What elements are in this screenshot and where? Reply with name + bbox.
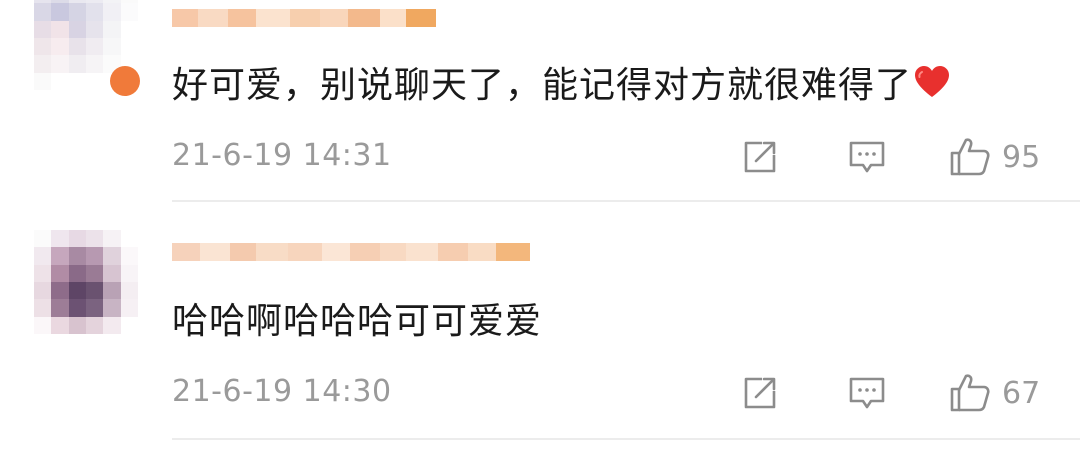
- avatar-pixel: [68, 299, 86, 317]
- avatar[interactable]: [34, 230, 138, 334]
- username-blurred[interactable]: [172, 236, 530, 268]
- avatar-pixel: [68, 316, 86, 334]
- avatar-pixel: [86, 247, 104, 265]
- avatar-pixel: [68, 230, 86, 248]
- like-count: 67: [1002, 375, 1041, 411]
- timestamp: 21-6-19 14:30: [172, 374, 392, 409]
- like-button[interactable]: 67: [948, 372, 1040, 414]
- username-pixel: [288, 243, 322, 261]
- avatar-pixel: [120, 264, 138, 282]
- share-icon: [744, 377, 776, 409]
- username-pixel: [322, 243, 350, 261]
- avatar-pixel: [34, 299, 52, 317]
- avatar-pixel: [120, 230, 138, 248]
- avatar-pixel: [86, 316, 104, 334]
- avatar-pixel: [86, 230, 104, 248]
- comment-item: 哈哈啊哈哈哈可可爱爱 21-6-19 14:30 67: [0, 0, 1080, 469]
- comment-bubble-icon: [849, 377, 885, 409]
- avatar-pixel: [68, 247, 86, 265]
- username-pixel: [230, 243, 256, 261]
- avatar-pixel: [34, 264, 52, 282]
- avatar-pixel: [51, 316, 69, 334]
- username-pixel: [256, 243, 288, 261]
- avatar-pixel: [68, 282, 86, 300]
- avatar-pixel: [51, 247, 69, 265]
- share-button[interactable]: [740, 372, 780, 414]
- avatar-pixel: [120, 282, 138, 300]
- divider: [172, 438, 1080, 440]
- avatar-pixel: [34, 247, 52, 265]
- username-pixel: [406, 243, 438, 261]
- avatar-pixel: [68, 264, 86, 282]
- avatar-pixel: [34, 230, 52, 248]
- username-pixel: [172, 243, 200, 261]
- avatar-pixel: [103, 264, 121, 282]
- username-pixel: [380, 243, 406, 261]
- avatar-pixel: [120, 247, 138, 265]
- avatar-pixel: [103, 230, 121, 248]
- avatar-pixel: [103, 247, 121, 265]
- avatar-pixel: [51, 282, 69, 300]
- comment-meta: 21-6-19 14:30 67: [172, 368, 1044, 418]
- thumbs-up-icon: [950, 374, 990, 412]
- avatar-pixel: [86, 264, 104, 282]
- reply-button[interactable]: [846, 372, 888, 414]
- avatar-pixel: [103, 299, 121, 317]
- username-pixel: [438, 243, 468, 261]
- avatar-pixel: [103, 316, 121, 334]
- avatar-pixel: [120, 299, 138, 317]
- username-pixel: [468, 243, 496, 261]
- avatar-pixel: [86, 282, 104, 300]
- avatar-pixel: [51, 299, 69, 317]
- avatar-pixel: [34, 316, 52, 334]
- avatar-pixel: [120, 316, 138, 334]
- comment-text-content: 哈哈啊哈哈哈可可爱爱: [172, 301, 543, 342]
- username-pixel: [496, 243, 530, 261]
- avatar-pixel: [103, 282, 121, 300]
- comment-text: 哈哈啊哈哈哈可可爱爱: [172, 292, 542, 344]
- avatar-pixel: [34, 282, 52, 300]
- avatar-pixel: [51, 230, 69, 248]
- username-pixel: [350, 243, 380, 261]
- avatar-pixel: [86, 299, 104, 317]
- comment-feed: 好可爱，别说聊天了，能记得对方就很难得了 21-6-19 14:31 95 哈哈…: [0, 0, 1080, 469]
- username-pixel: [200, 243, 230, 261]
- avatar-pixel: [51, 264, 69, 282]
